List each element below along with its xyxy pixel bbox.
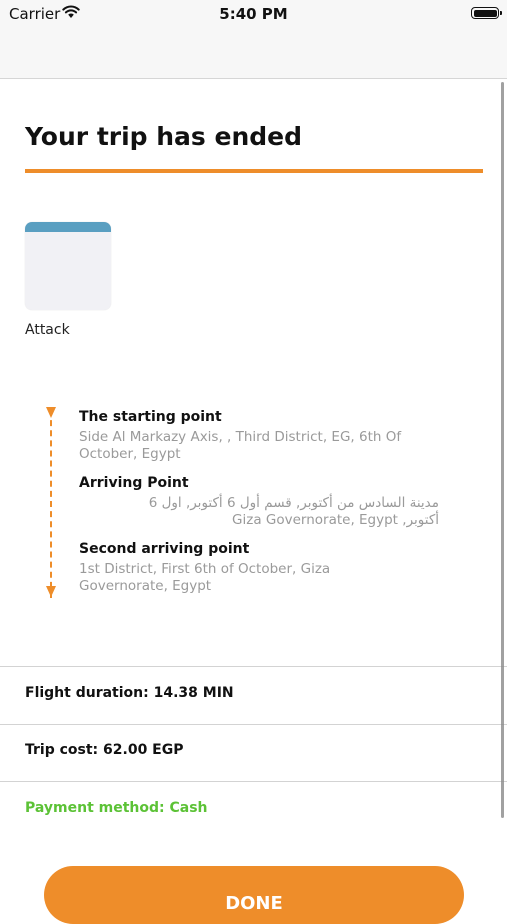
scrollbar[interactable] [501,82,504,818]
route-start-arrow-icon [46,407,56,418]
vehicle-image [25,222,111,310]
vehicle-label: Attack [25,322,70,338]
page-title: Your trip has ended [25,122,303,151]
divider [0,666,507,667]
stop-starting-point: The starting point Side Al Markazy Axis,… [79,408,439,463]
flight-duration: Flight duration: 14.38 MIN [25,685,234,701]
divider [0,781,507,782]
stop-title: Second arriving point [79,541,250,557]
vehicle-image-header [25,222,111,232]
route-end-arrow-icon [46,586,56,597]
battery-icon [471,7,502,19]
stop-title: Arriving Point [79,475,189,491]
trip-cost: Trip cost: 62.00 EGP [25,742,184,758]
stop-address: 1st District, First 6th of October, Giza… [79,561,331,594]
done-button[interactable]: DONE [44,866,464,924]
navigation-bar [0,30,507,79]
stop-address: Side Al Markazy Axis, , Third District, … [79,429,402,462]
payment-method: Payment method: Cash [25,800,208,816]
clock: 5:40 PM [219,5,288,23]
stop-second-arriving-point: Second arriving point 1st District, Firs… [79,540,439,595]
stop-arriving-point: Arriving Point مدينة السادس من أكتوبر, ق… [79,474,439,529]
stop-title: The starting point [79,409,222,425]
title-underline [25,169,483,173]
divider [0,724,507,725]
status-bar: Carrier 5:40 PM [0,0,507,30]
route-dashed-line [50,410,52,598]
stop-address: مدينة السادس من أكتوبر, قسم أول 6 أكتوبر… [148,495,439,528]
